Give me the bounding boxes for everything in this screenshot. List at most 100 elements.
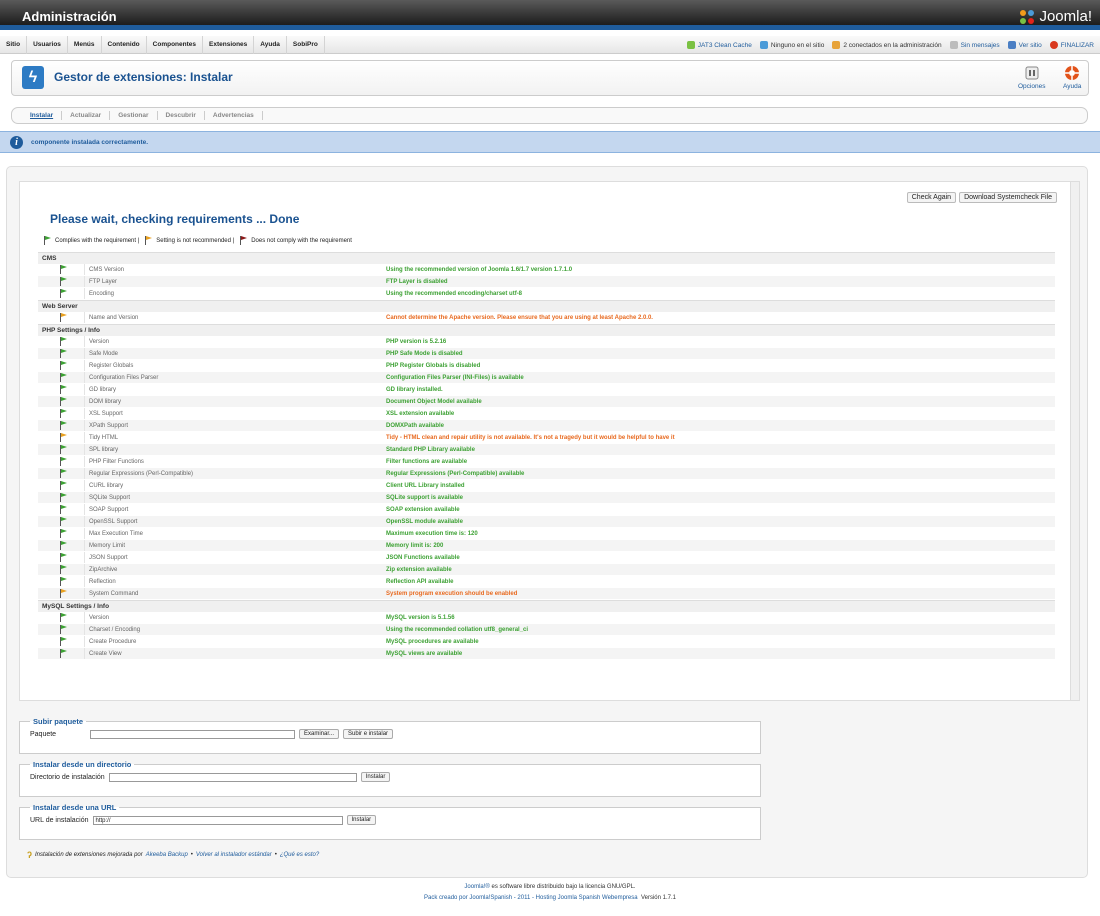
system-message: i componente instalada correctamente. [0, 131, 1100, 153]
requirement-row: Safe Mode PHP Safe Mode is disabled [38, 348, 1055, 360]
flag-cell [38, 336, 84, 347]
tab-gestionar[interactable]: Gestionar [110, 111, 158, 120]
requirement-result: Filter functions are available [386, 459, 468, 465]
upload-install-button[interactable]: Subir e instalar [343, 729, 394, 739]
requirement-name: Version [84, 612, 386, 623]
requirement-name: Safe Mode [84, 348, 386, 359]
green-flag-icon [60, 505, 68, 514]
toolbar-box: ϟ Gestor de extensiones: Instalar Opcion… [11, 60, 1089, 96]
clean-cache-link[interactable]: JAT3 Clean Cache [686, 41, 752, 49]
menu-item-extensiones[interactable]: Extensiones [203, 36, 255, 54]
requirement-result: Tidy - HTML clean and repair utility is … [386, 435, 675, 441]
install-directory-fieldset: Instalar desde un directorio Directorio … [19, 760, 761, 797]
requirement-name: Version [84, 336, 386, 347]
flag-cell [38, 312, 84, 323]
package-label: Paquete [30, 730, 57, 738]
extensions-icon: ϟ [22, 66, 44, 89]
menu-item-componentes[interactable]: Componentes [147, 36, 203, 54]
requirement-row: Max Execution Time Maximum execution time… [38, 528, 1055, 540]
revert-installer-link[interactable]: Volver al instalador estándar [196, 852, 272, 858]
tab-actualizar[interactable]: Actualizar [62, 111, 111, 120]
green-flag-icon [60, 541, 68, 550]
requirement-result: SQLite support is available [386, 495, 464, 501]
requirement-row: SOAP Support SOAP extension available [38, 504, 1055, 516]
browse-button[interactable]: Examinar... [299, 729, 340, 739]
menu-item-sitio[interactable]: Sitio [0, 36, 28, 54]
message-text: componente instalada correctamente. [31, 138, 149, 146]
requirement-row: OpenSSL Support OpenSSL module available [38, 516, 1055, 528]
messages-link[interactable]: Sin mensajes [949, 41, 1000, 49]
green-flag-icon [60, 553, 68, 562]
flag-cell [38, 480, 84, 491]
flag-cell [38, 624, 84, 635]
requirement-result: MySQL version is 5.1.56 [386, 615, 455, 621]
joomla-brand[interactable]: Joomla! [1019, 8, 1092, 25]
logout-link[interactable]: FINALIZAR [1049, 41, 1094, 49]
url-input[interactable]: http:// [92, 815, 343, 825]
what-is-this-link[interactable]: ¿Qué es esto? [280, 852, 319, 858]
help-button[interactable]: Ayuda [1063, 65, 1081, 90]
tab-instalar[interactable]: Instalar [22, 111, 63, 120]
requirement-name: Reflection [84, 576, 386, 587]
directory-label: Directorio de instalación [30, 773, 105, 781]
menu-item-ayuda[interactable]: Ayuda [254, 36, 287, 54]
requirement-row: Tidy HTML Tidy - HTML clean and repair ut… [38, 432, 1055, 444]
requirement-name: GD library [84, 384, 386, 395]
download-systemcheck-button[interactable]: Download Systemcheck File [959, 192, 1057, 203]
requirement-name: Create Procedure [84, 636, 386, 647]
url-label: URL de instalación [30, 816, 89, 824]
flag-cell [38, 372, 84, 383]
version-label: Versión 1.7.1 [640, 895, 676, 901]
requirement-name: PHP Filter Functions [84, 456, 386, 467]
upload-legend: Subir paquete [33, 717, 84, 726]
section-rows: Version MySQL version is 5.1.56 Charset / … [38, 612, 1055, 660]
install-url-button[interactable]: Instalar [346, 815, 377, 825]
flag-cell [38, 264, 84, 275]
requirement-row: Encoding Using the recommended encoding/c… [38, 288, 1055, 300]
cache-icon [686, 41, 695, 49]
frame-scrollbar[interactable] [1070, 182, 1079, 700]
green-flag-icon [60, 361, 68, 370]
flag-cell [38, 564, 84, 575]
requirement-name: CURL library [84, 480, 386, 491]
requirement-name: FTP Layer [84, 276, 386, 287]
flag-cell [38, 348, 84, 359]
menu-item-contenido[interactable]: Contenido [102, 36, 147, 54]
joomla-footer-link[interactable]: Joomla!® [464, 884, 489, 890]
help-icon [1064, 65, 1080, 81]
requirement-row: Create View MySQL views are available [38, 648, 1055, 660]
view-site-link[interactable]: Ver sitio [1007, 41, 1042, 49]
flag-cell [38, 444, 84, 455]
requirement-result: PHP version is 5.2.16 [386, 339, 447, 345]
requirement-name: Memory Limit [84, 540, 386, 551]
requirements-table: CMS CMS Version Using the recommended vers… [38, 252, 1055, 660]
top-header: Administración Joomla! [0, 0, 1100, 30]
directory-input[interactable] [108, 772, 357, 782]
spanish-pack-link[interactable]: Pack creado por Joomla!Spanish - 2011 - … [424, 895, 638, 901]
submenu-tabs: Instalar Actualizar Gestionar Descubrir … [11, 107, 1088, 124]
section-header: Web Server [38, 300, 1055, 312]
admin-title: Administración [22, 9, 117, 24]
akeeba-link[interactable]: Akeeba Backup [146, 852, 188, 858]
green-flag-icon [60, 265, 68, 274]
requirement-result: MySQL views are available [386, 651, 463, 657]
requirement-row: CURL library Client URL Library installed [38, 480, 1055, 492]
menu-item-menus[interactable]: Menús [68, 36, 102, 54]
flag-cell [38, 288, 84, 299]
tab-descubrir[interactable]: Descubrir [158, 111, 205, 120]
options-button[interactable]: Opciones [1018, 65, 1045, 90]
menu-item-usuarios[interactable]: Usuarios [27, 36, 68, 54]
menu-item-sobipro[interactable]: SobiPro [287, 36, 325, 54]
install-url-fieldset: Instalar desde una URL URL de instalació… [19, 803, 761, 840]
package-file-input[interactable] [90, 729, 295, 739]
green-flag-icon [60, 637, 68, 646]
requirement-result: System program execution should be enabl… [386, 591, 518, 597]
tab-advertencias[interactable]: Advertencias [205, 111, 263, 120]
install-directory-button[interactable]: Instalar [360, 772, 391, 782]
green-flag-icon [60, 529, 68, 538]
section-header: CMS [38, 252, 1055, 264]
flag-cell [38, 516, 84, 527]
requirement-result: JSON Functions available [386, 555, 460, 561]
check-again-button[interactable]: Check Again [906, 192, 957, 203]
green-flag-icon [60, 517, 68, 526]
